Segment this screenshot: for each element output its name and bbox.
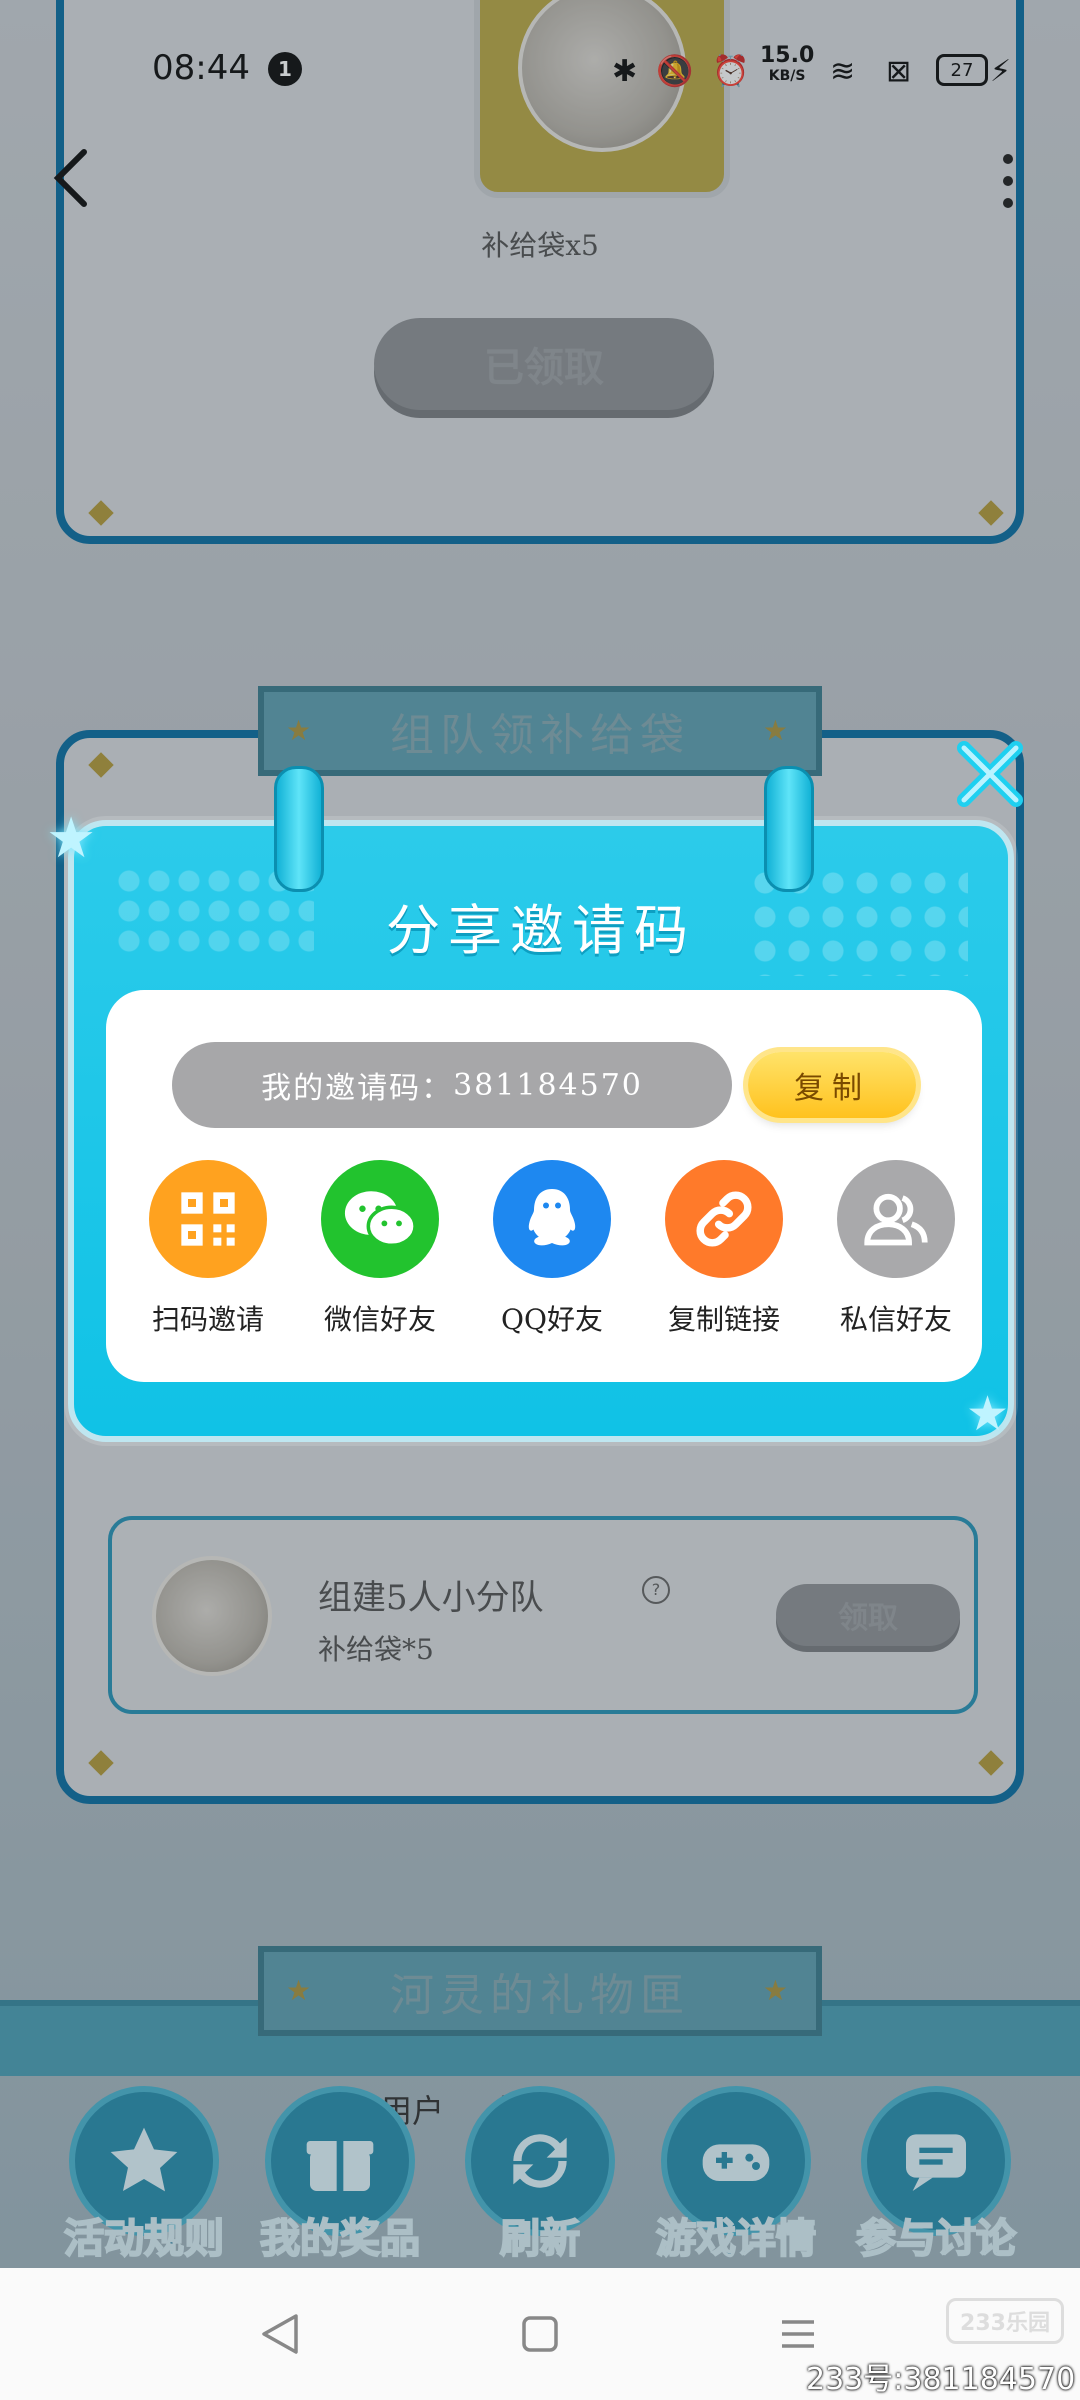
modal-title: 分享邀请码	[386, 899, 696, 962]
share-invite-modal: 分享邀请码 我的邀请码： 381184570 复制 扫码邀请 微信好友 QQ好友…	[68, 766, 1014, 1442]
invite-code-label: 我的邀请码：	[261, 1071, 454, 1106]
nav-back-icon[interactable]	[258, 2312, 302, 2356]
watermark-logo: 233乐园	[946, 2298, 1064, 2344]
share-qr-invite[interactable]: 扫码邀请	[122, 1160, 294, 1338]
share-qq-friends-label: QQ好友	[501, 1303, 603, 1336]
invite-code-value: 381184570	[453, 1067, 643, 1103]
share-wechat-friends[interactable]: 微信好友	[294, 1160, 466, 1338]
share-qq-friends[interactable]: QQ好友	[466, 1160, 638, 1338]
share-private-message[interactable]: 私信好友	[810, 1160, 982, 1338]
share-qr-invite-label: 扫码邀请	[151, 1303, 264, 1336]
link-icon	[665, 1160, 783, 1278]
hanging-ring-right	[753, 766, 819, 907]
watermark-text: 233号:381184570	[806, 2362, 1076, 2397]
qq-icon	[493, 1160, 611, 1278]
invite-code-field: 我的邀请码： 381184570	[172, 1042, 732, 1128]
friends-icon	[837, 1160, 955, 1278]
qr-code-icon	[149, 1160, 267, 1278]
sparkle-decoration: ★	[966, 1386, 1010, 1442]
nav-menu-icon[interactable]	[778, 2314, 818, 2354]
share-wechat-friends-label: 微信好友	[323, 1303, 436, 1336]
share-copy-link-label: 复制链接	[667, 1303, 780, 1336]
close-icon[interactable]	[950, 734, 1030, 814]
copy-button[interactable]: 复制	[748, 1052, 916, 1118]
wechat-icon	[321, 1160, 439, 1278]
share-private-message-label: 私信好友	[839, 1303, 952, 1336]
modal-content: 我的邀请码： 381184570 复制 扫码邀请 微信好友 QQ好友 复制链接 …	[106, 990, 982, 1382]
sparkle-decoration: ★	[46, 806, 97, 871]
nav-home-icon[interactable]	[520, 2314, 560, 2354]
share-copy-link[interactable]: 复制链接	[638, 1160, 810, 1338]
hanging-ring-left	[263, 766, 329, 907]
